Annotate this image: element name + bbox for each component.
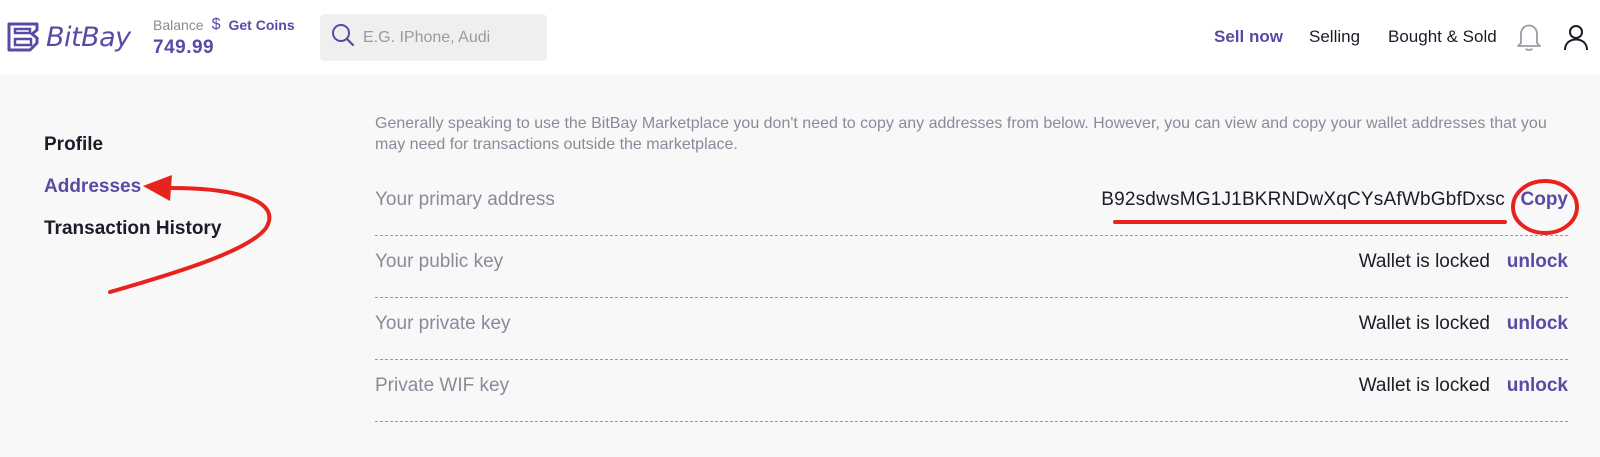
bitbay-logo-icon xyxy=(6,20,40,54)
balance-widget: Balance $ Get Coins 749.99 xyxy=(153,16,295,59)
sell-now-link[interactable]: Sell now xyxy=(1214,27,1283,47)
unlock-button[interactable]: unlock xyxy=(1507,375,1568,397)
copy-button[interactable]: Copy xyxy=(1521,189,1569,211)
dollar-icon: $ xyxy=(211,16,221,33)
sidebar-item-addresses[interactable]: Addresses xyxy=(44,176,141,198)
unlock-button[interactable]: unlock xyxy=(1507,251,1568,273)
unlock-button[interactable]: unlock xyxy=(1507,313,1568,335)
address-row-public-key: Your public key Wallet is locked unlock xyxy=(375,238,1568,298)
sidebar-item-profile[interactable]: Profile xyxy=(44,134,103,156)
logo-text: BitBay xyxy=(46,21,131,53)
intro-text: Generally speaking to use the BitBay Mar… xyxy=(375,115,1547,153)
balance-amount: 749.99 xyxy=(153,37,215,58)
address-row-private-key: Your private key Wallet is locked unlock xyxy=(375,300,1568,360)
annotation-arrow-head xyxy=(143,175,172,201)
search-icon xyxy=(320,23,355,52)
bell-icon[interactable] xyxy=(1515,22,1543,57)
wallet-locked-status: Wallet is locked xyxy=(1358,313,1490,334)
row-label: Your private key xyxy=(375,313,511,334)
address-row-primary: Your primary address B92sdwsMG1J1BKRNDwX… xyxy=(375,176,1568,236)
search-box[interactable] xyxy=(320,14,547,61)
row-label: Private WIF key xyxy=(375,375,510,396)
bought-sold-link[interactable]: Bought & Sold xyxy=(1388,27,1497,47)
row-label: Your primary address xyxy=(375,189,555,210)
user-icon[interactable] xyxy=(1563,23,1589,56)
logo[interactable]: BitBay xyxy=(6,20,131,54)
row-label: Your public key xyxy=(375,251,504,272)
top-bar: BitBay Balance $ Get Coins 749.99 Sell n… xyxy=(0,0,1600,75)
primary-address-value[interactable]: B92sdwsMG1J1BKRNDwXqCYsAfWbGbfDxsc xyxy=(1101,189,1505,211)
sidebar-item-transaction-history[interactable]: Transaction History xyxy=(44,218,221,240)
search-input[interactable] xyxy=(363,28,533,47)
annotation-arrow-curve xyxy=(108,186,272,294)
get-coins-link[interactable]: Get Coins xyxy=(229,17,295,33)
wallet-locked-status: Wallet is locked xyxy=(1358,251,1490,272)
address-row-wif-key: Private WIF key Wallet is locked unlock xyxy=(375,362,1568,422)
wallet-locked-status: Wallet is locked xyxy=(1358,375,1490,396)
selling-link[interactable]: Selling xyxy=(1309,27,1360,47)
balance-label: Balance xyxy=(153,17,204,33)
